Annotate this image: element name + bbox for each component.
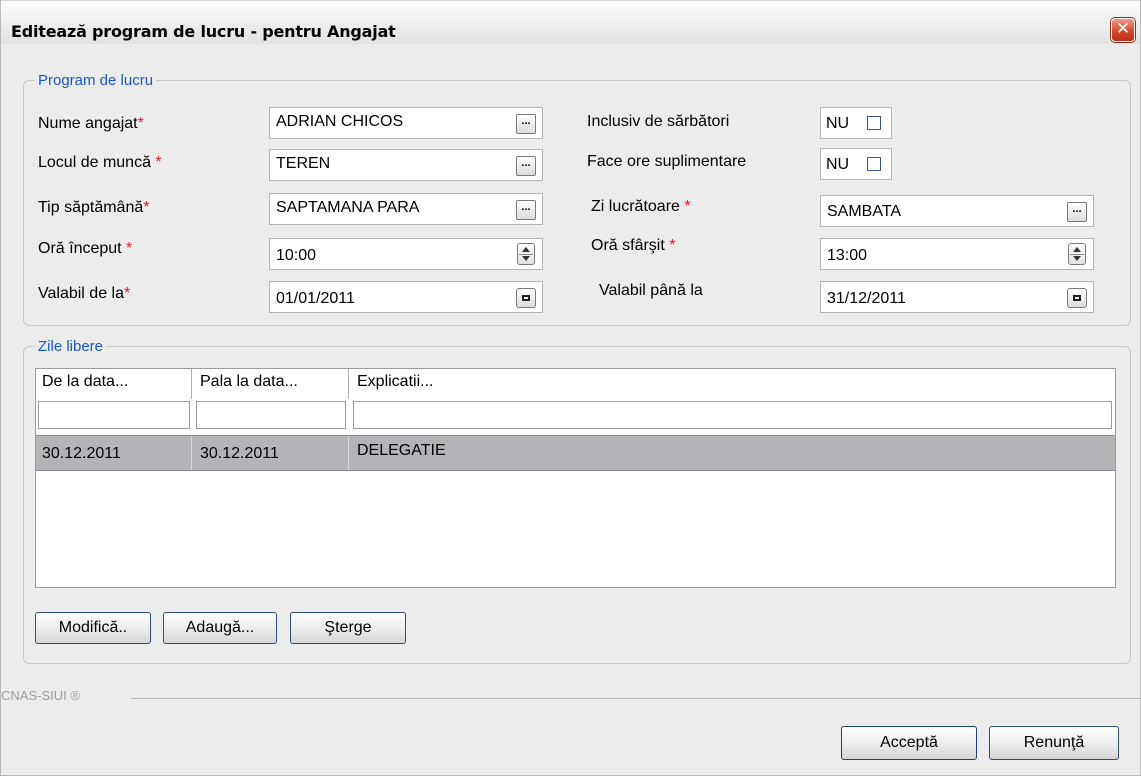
sterge-button[interactable]: Şterge [290, 612, 406, 644]
modifica-button[interactable]: Modifică.. [35, 612, 151, 644]
zi-lucratoare-field[interactable]: SAMBATA ... [820, 195, 1094, 227]
valabil-pana-la-value: 31/12/2011 [827, 290, 906, 307]
program-de-lucru-legend: Program de lucru [35, 72, 157, 89]
required-mark: * [137, 115, 144, 132]
brand-label: CNAS-SIUI ® [1, 688, 80, 703]
valabil-pana-la-calendar-button[interactable] [1067, 288, 1087, 308]
tip-saptamana-value: SAPTAMANA PARA [276, 199, 420, 216]
column-header-pana-la[interactable]: Pala la data... [194, 369, 349, 399]
zi-lucratoare-label: Zi lucrătoare * [591, 198, 691, 215]
inclusiv-sarbatori-checkbox[interactable] [867, 116, 881, 130]
cell-de-la: 30.12.2011 [36, 436, 192, 470]
nume-angajat-value: ADRIAN CHICOS [276, 113, 404, 130]
spin-up-icon[interactable] [1073, 247, 1081, 252]
locul-de-munca-picker-button[interactable]: ... [516, 156, 536, 176]
tip-saptamana-field[interactable]: SAPTAMANA PARA ... [269, 193, 543, 225]
ora-sfarsit-spinner[interactable] [1068, 243, 1086, 265]
tip-saptamana-label: Tip săptămână* [38, 199, 150, 216]
cell-explicatii: DELEGATIE [357, 442, 446, 459]
title-bar[interactable]: Editează program de lucru - pentru Angaj… [1, 0, 1140, 44]
calendar-icon [522, 295, 530, 301]
ora-inceput-value: 10:00 [276, 247, 317, 264]
ora-inceput-spinner[interactable] [517, 243, 535, 265]
calendar-icon [1073, 295, 1081, 301]
tip-saptamana-picker-button[interactable]: ... [516, 200, 536, 220]
locul-de-munca-field[interactable]: TEREN ... [269, 149, 543, 181]
accept-button[interactable]: Acceptă [841, 726, 977, 760]
filter-explicatii-input[interactable] [353, 401, 1112, 429]
inclusiv-sarbatori-label: Inclusiv de sărbători [587, 113, 730, 130]
required-mark: * [155, 154, 162, 171]
zi-lucratoare-picker-button[interactable]: ... [1067, 202, 1087, 222]
spin-up-icon[interactable] [522, 247, 530, 252]
edit-schedule-dialog: Editează program de lucru - pentru Angaj… [0, 0, 1141, 776]
ora-sfarsit-label: Oră sfârşit * [591, 237, 676, 254]
table-row[interactable]: 30.12.2011 30.12.2011 DELEGATIE [36, 435, 1115, 471]
valabil-de-la-label: Valabil de la* [38, 285, 131, 302]
ore-suplimentare-label: Face ore suplimentare [587, 153, 747, 170]
close-button[interactable]: ✕ [1111, 18, 1135, 42]
required-mark: * [126, 240, 133, 257]
zile-libere-table[interactable]: De la data... Pala la data... Explicatii… [35, 368, 1116, 588]
ora-sfarsit-value: 13:00 [827, 247, 868, 264]
column-header-explicatii[interactable]: Explicatii... [351, 369, 1115, 399]
column-header-de-la[interactable]: De la data... [36, 369, 192, 399]
required-mark: * [123, 285, 131, 302]
nume-angajat-label: Nume angajat* [38, 115, 144, 132]
cell-pana-la: 30.12.2011 [194, 436, 349, 470]
ore-suplimentare-checkbox[interactable] [867, 157, 881, 171]
dialog-title: Editează program de lucru - pentru Angaj… [11, 22, 396, 41]
footer-divider [131, 698, 1140, 699]
required-mark: * [669, 237, 676, 254]
valabil-pana-la-field[interactable]: 31/12/2011 [820, 281, 1094, 313]
filter-pana-la-input[interactable] [196, 401, 346, 429]
spin-down-icon[interactable] [522, 256, 530, 261]
valabil-de-la-value: 01/01/2011 [276, 290, 355, 307]
valabil-pana-la-label: Valabil până la [599, 282, 703, 299]
inclusiv-sarbatori-toggle[interactable]: NU [820, 107, 892, 139]
adauga-button[interactable]: Adaugă... [163, 612, 277, 644]
inclusiv-sarbatori-value: NU [826, 115, 850, 132]
nume-angajat-picker-button[interactable]: ... [516, 114, 536, 134]
spin-down-icon[interactable] [1073, 256, 1081, 261]
ora-inceput-field[interactable]: 10:00 [269, 238, 543, 270]
ora-sfarsit-field[interactable]: 13:00 [820, 238, 1094, 270]
ora-inceput-label: Oră început * [38, 240, 133, 257]
renunta-button[interactable]: Renunţă [989, 726, 1119, 760]
required-mark: * [684, 198, 691, 215]
required-mark: * [143, 199, 150, 216]
locul-de-munca-value: TEREN [276, 155, 331, 172]
zi-lucratoare-value: SAMBATA [827, 203, 902, 220]
filter-de-la-input[interactable] [38, 401, 190, 429]
close-icon: ✕ [1115, 19, 1131, 39]
ore-suplimentare-toggle[interactable]: NU [820, 148, 892, 180]
valabil-de-la-field[interactable]: 01/01/2011 [269, 281, 543, 313]
locul-de-munca-label: Locul de muncă * [38, 154, 162, 171]
valabil-de-la-calendar-button[interactable] [516, 288, 536, 308]
ore-suplimentare-value: NU [826, 156, 850, 173]
zile-libere-legend: Zile libere [35, 338, 107, 355]
nume-angajat-field[interactable]: ADRIAN CHICOS ... [269, 107, 543, 139]
